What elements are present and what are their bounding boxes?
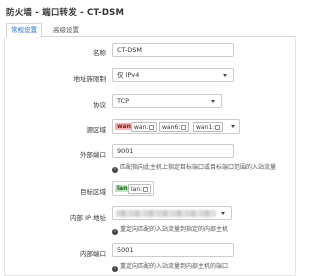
tab-bar: 常规设置 高级设置 [6,23,296,38]
info-icon: i [112,229,118,235]
dest-zone-label: 目标区域 [80,188,106,196]
internal-port-input[interactable]: 5001 [112,243,234,257]
network-port-icon [181,125,187,130]
internal-port-label: 内部端口 [80,250,106,258]
redacted-ip-value [116,210,216,217]
protocol-label: 协议 [93,101,106,109]
device-wan6: wan6: [159,122,190,132]
external-port-label: 外部端口 [80,151,106,159]
network-port-icon [149,125,155,130]
protocol-select[interactable]: TCP [112,94,222,108]
info-icon: i [112,266,118,272]
tab-general[interactable]: 常规设置 [6,23,42,38]
address-family-value: 仅 IPv4 [117,71,140,79]
external-port-input[interactable]: 9001 [112,144,234,158]
source-zone-label: 源区域 [86,126,107,134]
internal-port-help: i 重定向匹配的入站流量到内部主机的端口 [112,261,228,272]
network-port-icon [143,187,149,192]
name-input[interactable]: CT-DSM [112,43,234,57]
source-zone-select[interactable]: wan wan: wan6: wan1: [112,119,240,134]
device-wan: wan: [131,122,158,132]
address-family-select[interactable]: 仅 IPv4 [112,68,234,82]
info-icon: i [112,167,118,173]
network-port-icon [215,125,221,130]
page-title: 防火墙 - 端口转发 - CT-DSM [6,8,125,18]
device-lan: lan: [128,184,152,194]
internal-ip-help: i 重定向匹配的入站流量到指定的内部主机 [112,224,228,235]
tab-advanced[interactable]: 高级设置 [48,23,84,37]
external-port-help: i 匹配指向此主机上指定目标端口或目标端口范围的入站流量 [112,162,276,173]
caret-down-icon [211,100,215,103]
internal-ip-select[interactable] [112,206,232,220]
address-family-label: 地址族限制 [73,75,107,83]
dest-zone-select[interactable]: lan lan: [112,181,154,196]
protocol-value: TCP [117,97,130,105]
caret-down-icon [221,212,225,215]
caret-down-icon [223,74,227,77]
internal-ip-label: 内部 IP 地址 [70,214,106,222]
caret-down-icon [231,125,235,128]
device-wan1: wan1: [193,122,224,132]
name-label: 名称 [93,49,106,57]
